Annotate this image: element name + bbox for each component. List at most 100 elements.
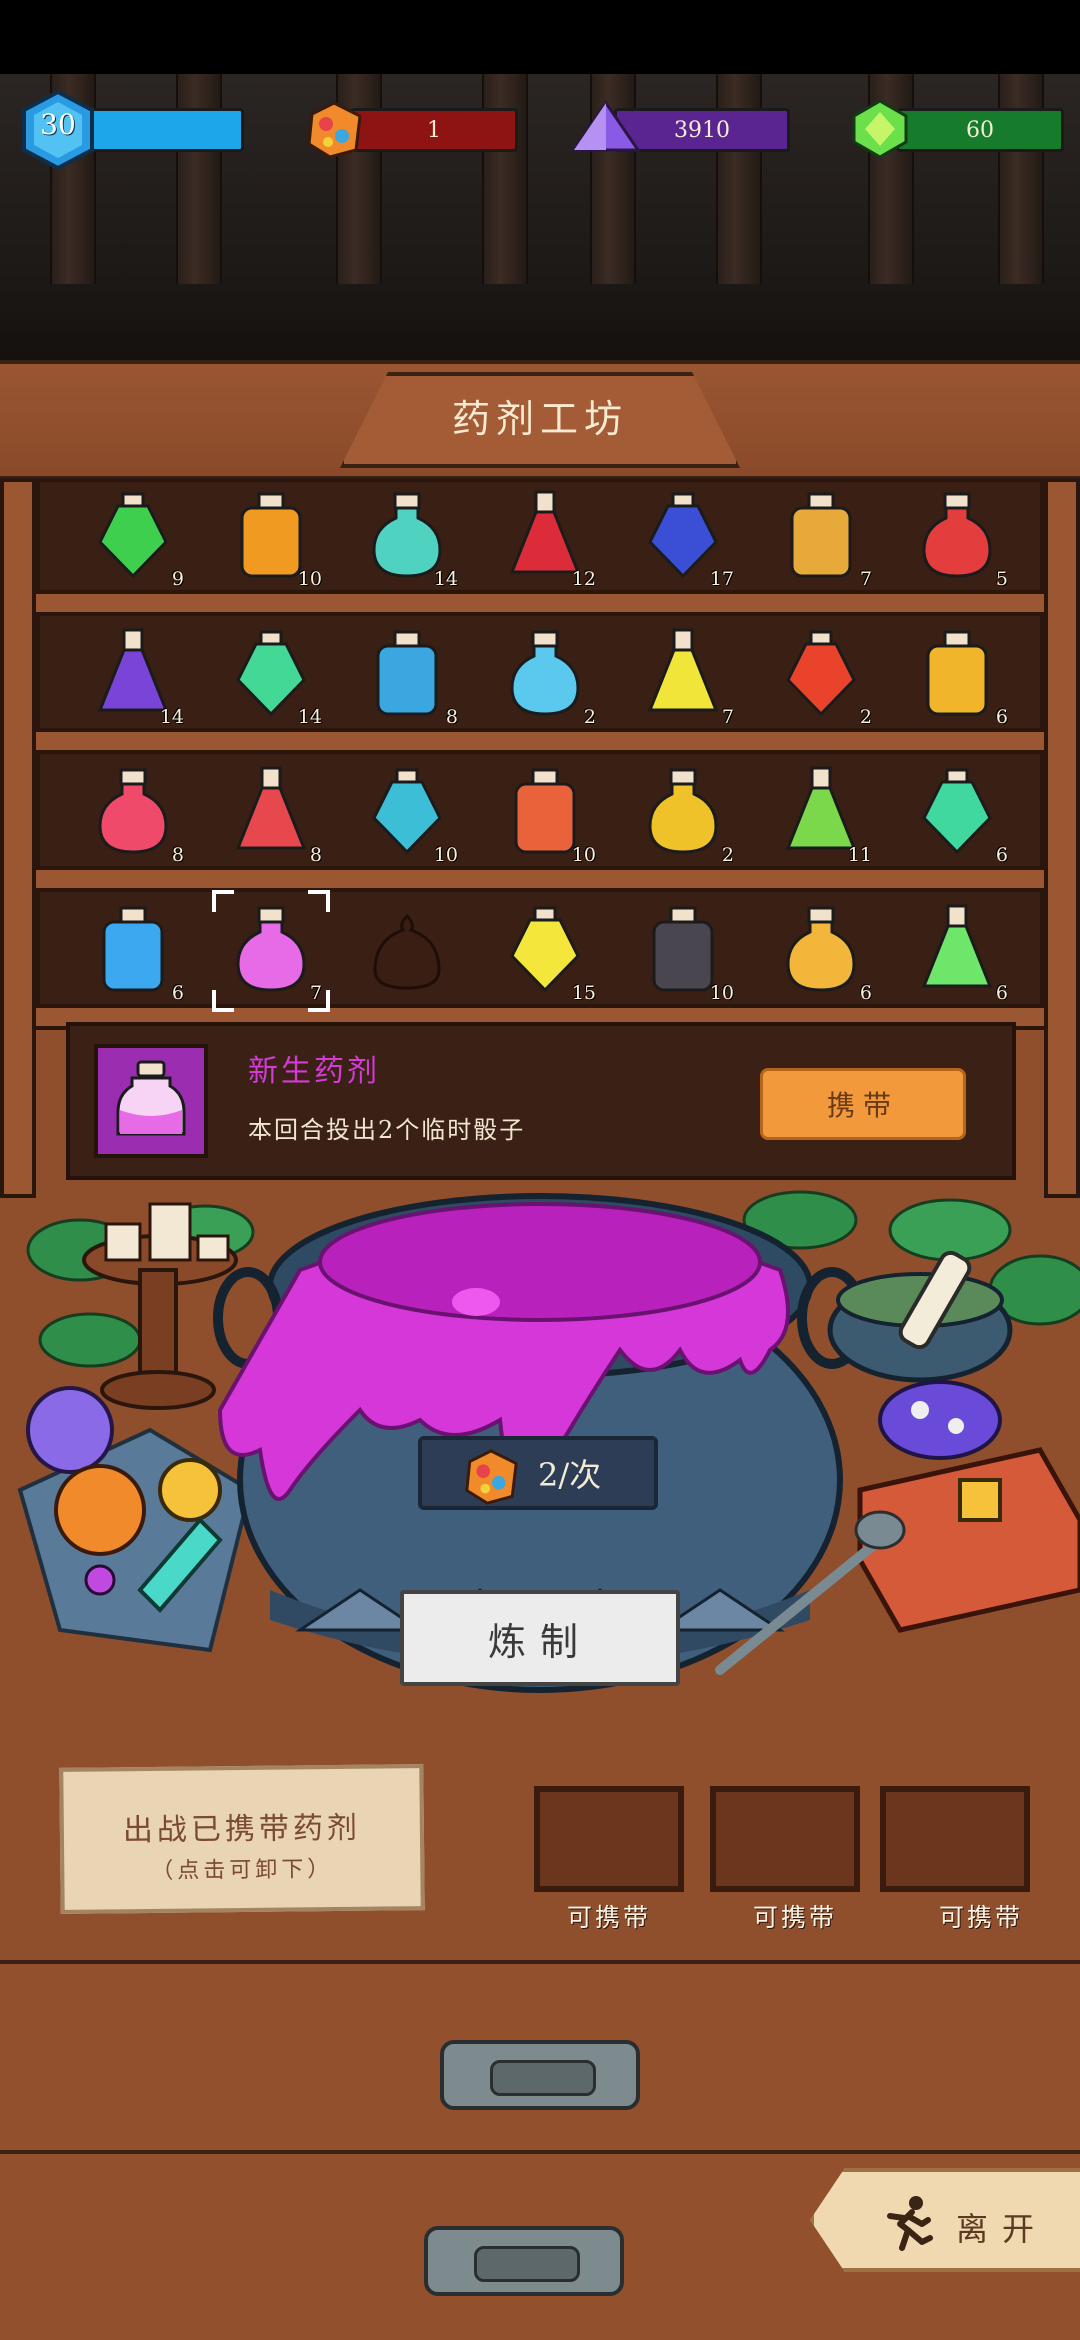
potion-count: 7 — [721, 706, 734, 728]
amber-potion-icon — [790, 492, 852, 578]
potion-slot[interactable]: 5 — [902, 482, 1012, 592]
heart-potion-icon — [648, 768, 718, 854]
potion-count: 10 — [709, 982, 734, 1004]
potion-slot[interactable]: 12 — [490, 482, 600, 592]
carry-slot-label: 可携带 — [566, 1903, 651, 1932]
potion-count: 15 — [571, 982, 596, 1004]
level-bar — [88, 108, 244, 152]
potion-slot[interactable] — [352, 896, 462, 1006]
potion-slot[interactable]: 9 — [78, 482, 188, 592]
carry-slot-2[interactable] — [710, 1786, 860, 1892]
leave-label: 离开 — [956, 2210, 1049, 2248]
locked-pouch-icon — [373, 913, 441, 990]
potion-count: 2 — [859, 706, 872, 728]
potion-slot[interactable]: 7 — [766, 482, 876, 592]
gem-count: 60 — [896, 108, 1064, 152]
potion-slot[interactable]: 8 — [352, 620, 462, 730]
lime-potion-icon — [921, 904, 993, 988]
brew-uses-counter: 2/次 — [418, 1436, 658, 1510]
potion-slot[interactable]: 6 — [902, 896, 1012, 1006]
drawer-handle — [424, 2226, 624, 2296]
cabinet-post-right — [1044, 478, 1080, 1198]
carry-slot-1[interactable] — [534, 1786, 684, 1892]
potion-slot[interactable]: 6 — [78, 896, 188, 1006]
potion-slot[interactable]: 6 — [902, 758, 1012, 868]
orange-dice-icon — [304, 100, 364, 160]
newborn-potion-icon — [116, 1060, 186, 1136]
status-bar — [0, 0, 1080, 74]
potion-slot[interactable]: 15 — [490, 896, 600, 1006]
potion-slot[interactable]: 14 — [216, 620, 326, 730]
potion-slot[interactable]: 8 — [78, 758, 188, 868]
blue-gold-potion-icon — [102, 906, 164, 992]
potion-count: 5 — [995, 568, 1008, 590]
selected-frame-corner — [308, 890, 330, 912]
candle-stand-decoration — [82, 1202, 238, 1410]
carried-potions-note: 出战已携带药剂 （点击可卸下） — [59, 1764, 425, 1914]
potion-count: 14 — [159, 706, 184, 728]
potion-slot[interactable]: 2 — [766, 620, 876, 730]
shelf-board — [28, 590, 1052, 616]
dice-count: 1 — [350, 108, 518, 152]
potion-slot[interactable]: 7 — [628, 620, 738, 730]
brew-button[interactable]: 炼制 — [400, 1590, 680, 1686]
sprout-potion-icon — [922, 768, 992, 855]
carried-title: 出战已携带药剂 — [122, 1810, 362, 1849]
detail-thumbnail — [94, 1044, 208, 1158]
potion-count: 10 — [433, 844, 458, 866]
carry-slot-3[interactable] — [880, 1786, 1030, 1892]
potion-slot[interactable]: 6 — [902, 620, 1012, 730]
cyan-potion-icon — [510, 630, 580, 716]
potion-count: 2 — [721, 844, 734, 866]
potion-count: 2 — [583, 706, 596, 728]
selected-frame-corner — [212, 990, 234, 1012]
green-gem-icon — [850, 98, 910, 160]
potion-name: 新生药剂 — [248, 1054, 380, 1089]
level-value: 30 — [40, 108, 76, 141]
potion-count: 8 — [171, 844, 184, 866]
dice-pile-decoration — [17, 1386, 253, 1653]
potion-slot[interactable]: 8 — [216, 758, 326, 868]
potion-slot[interactable]: 11 — [766, 758, 876, 868]
red-jar-potion-icon — [922, 492, 992, 578]
potion-count: 17 — [709, 568, 734, 590]
gold-red-potion-icon — [926, 630, 988, 716]
pink-potion-icon — [98, 768, 168, 854]
potion-count: 11 — [847, 844, 872, 866]
mushroom-decoration — [878, 1380, 1002, 1460]
potion-count: 12 — [571, 568, 596, 590]
yellow-potion-icon — [647, 628, 719, 712]
purple-crystal-icon — [570, 100, 642, 158]
running-man-icon — [887, 2196, 933, 2251]
drawer-handle — [440, 2040, 640, 2110]
potion-slot[interactable]: 10 — [216, 482, 326, 592]
orange-dice-icon — [465, 1449, 518, 1505]
brew-uses-label: 2/次 — [538, 1456, 602, 1494]
leave-button[interactable]: 离开 — [810, 2168, 1080, 2272]
potion-slot[interactable]: 10 — [628, 896, 738, 1006]
selected-frame-corner — [308, 990, 330, 1012]
green-potion-icon — [98, 492, 168, 579]
shelf-board — [28, 866, 1052, 892]
carry-button[interactable]: 携带 — [760, 1068, 966, 1140]
potion-slot[interactable]: 10 — [352, 758, 462, 868]
shelf-board — [28, 728, 1052, 754]
potion-count: 6 — [995, 982, 1008, 1004]
potion-slot[interactable]: 10 — [490, 758, 600, 868]
potion-slot[interactable]: 6 — [766, 896, 876, 1006]
potion-count: 6 — [995, 844, 1008, 866]
potion-count: 10 — [297, 568, 322, 590]
carried-subtitle: （点击可卸下） — [151, 1857, 334, 1884]
fire-potion-icon — [786, 630, 856, 717]
potion-slot[interactable]: 14 — [78, 620, 188, 730]
potion-slot[interactable]: 17 — [628, 482, 738, 592]
potion-slot[interactable]: 2 — [628, 758, 738, 868]
potion-count: 8 — [309, 844, 322, 866]
carry-slot-label: 可携带 — [752, 1903, 837, 1932]
carry-slot-label: 可携带 — [938, 1903, 1023, 1932]
selected-frame-corner — [212, 890, 234, 912]
potion-detail-panel: 新生药剂 本回合投出2个临时骰子 携带 — [66, 1022, 1016, 1180]
potion-slot[interactable]: 14 — [352, 482, 462, 592]
potion-count: 6 — [859, 982, 872, 1004]
potion-slot[interactable]: 2 — [490, 620, 600, 730]
